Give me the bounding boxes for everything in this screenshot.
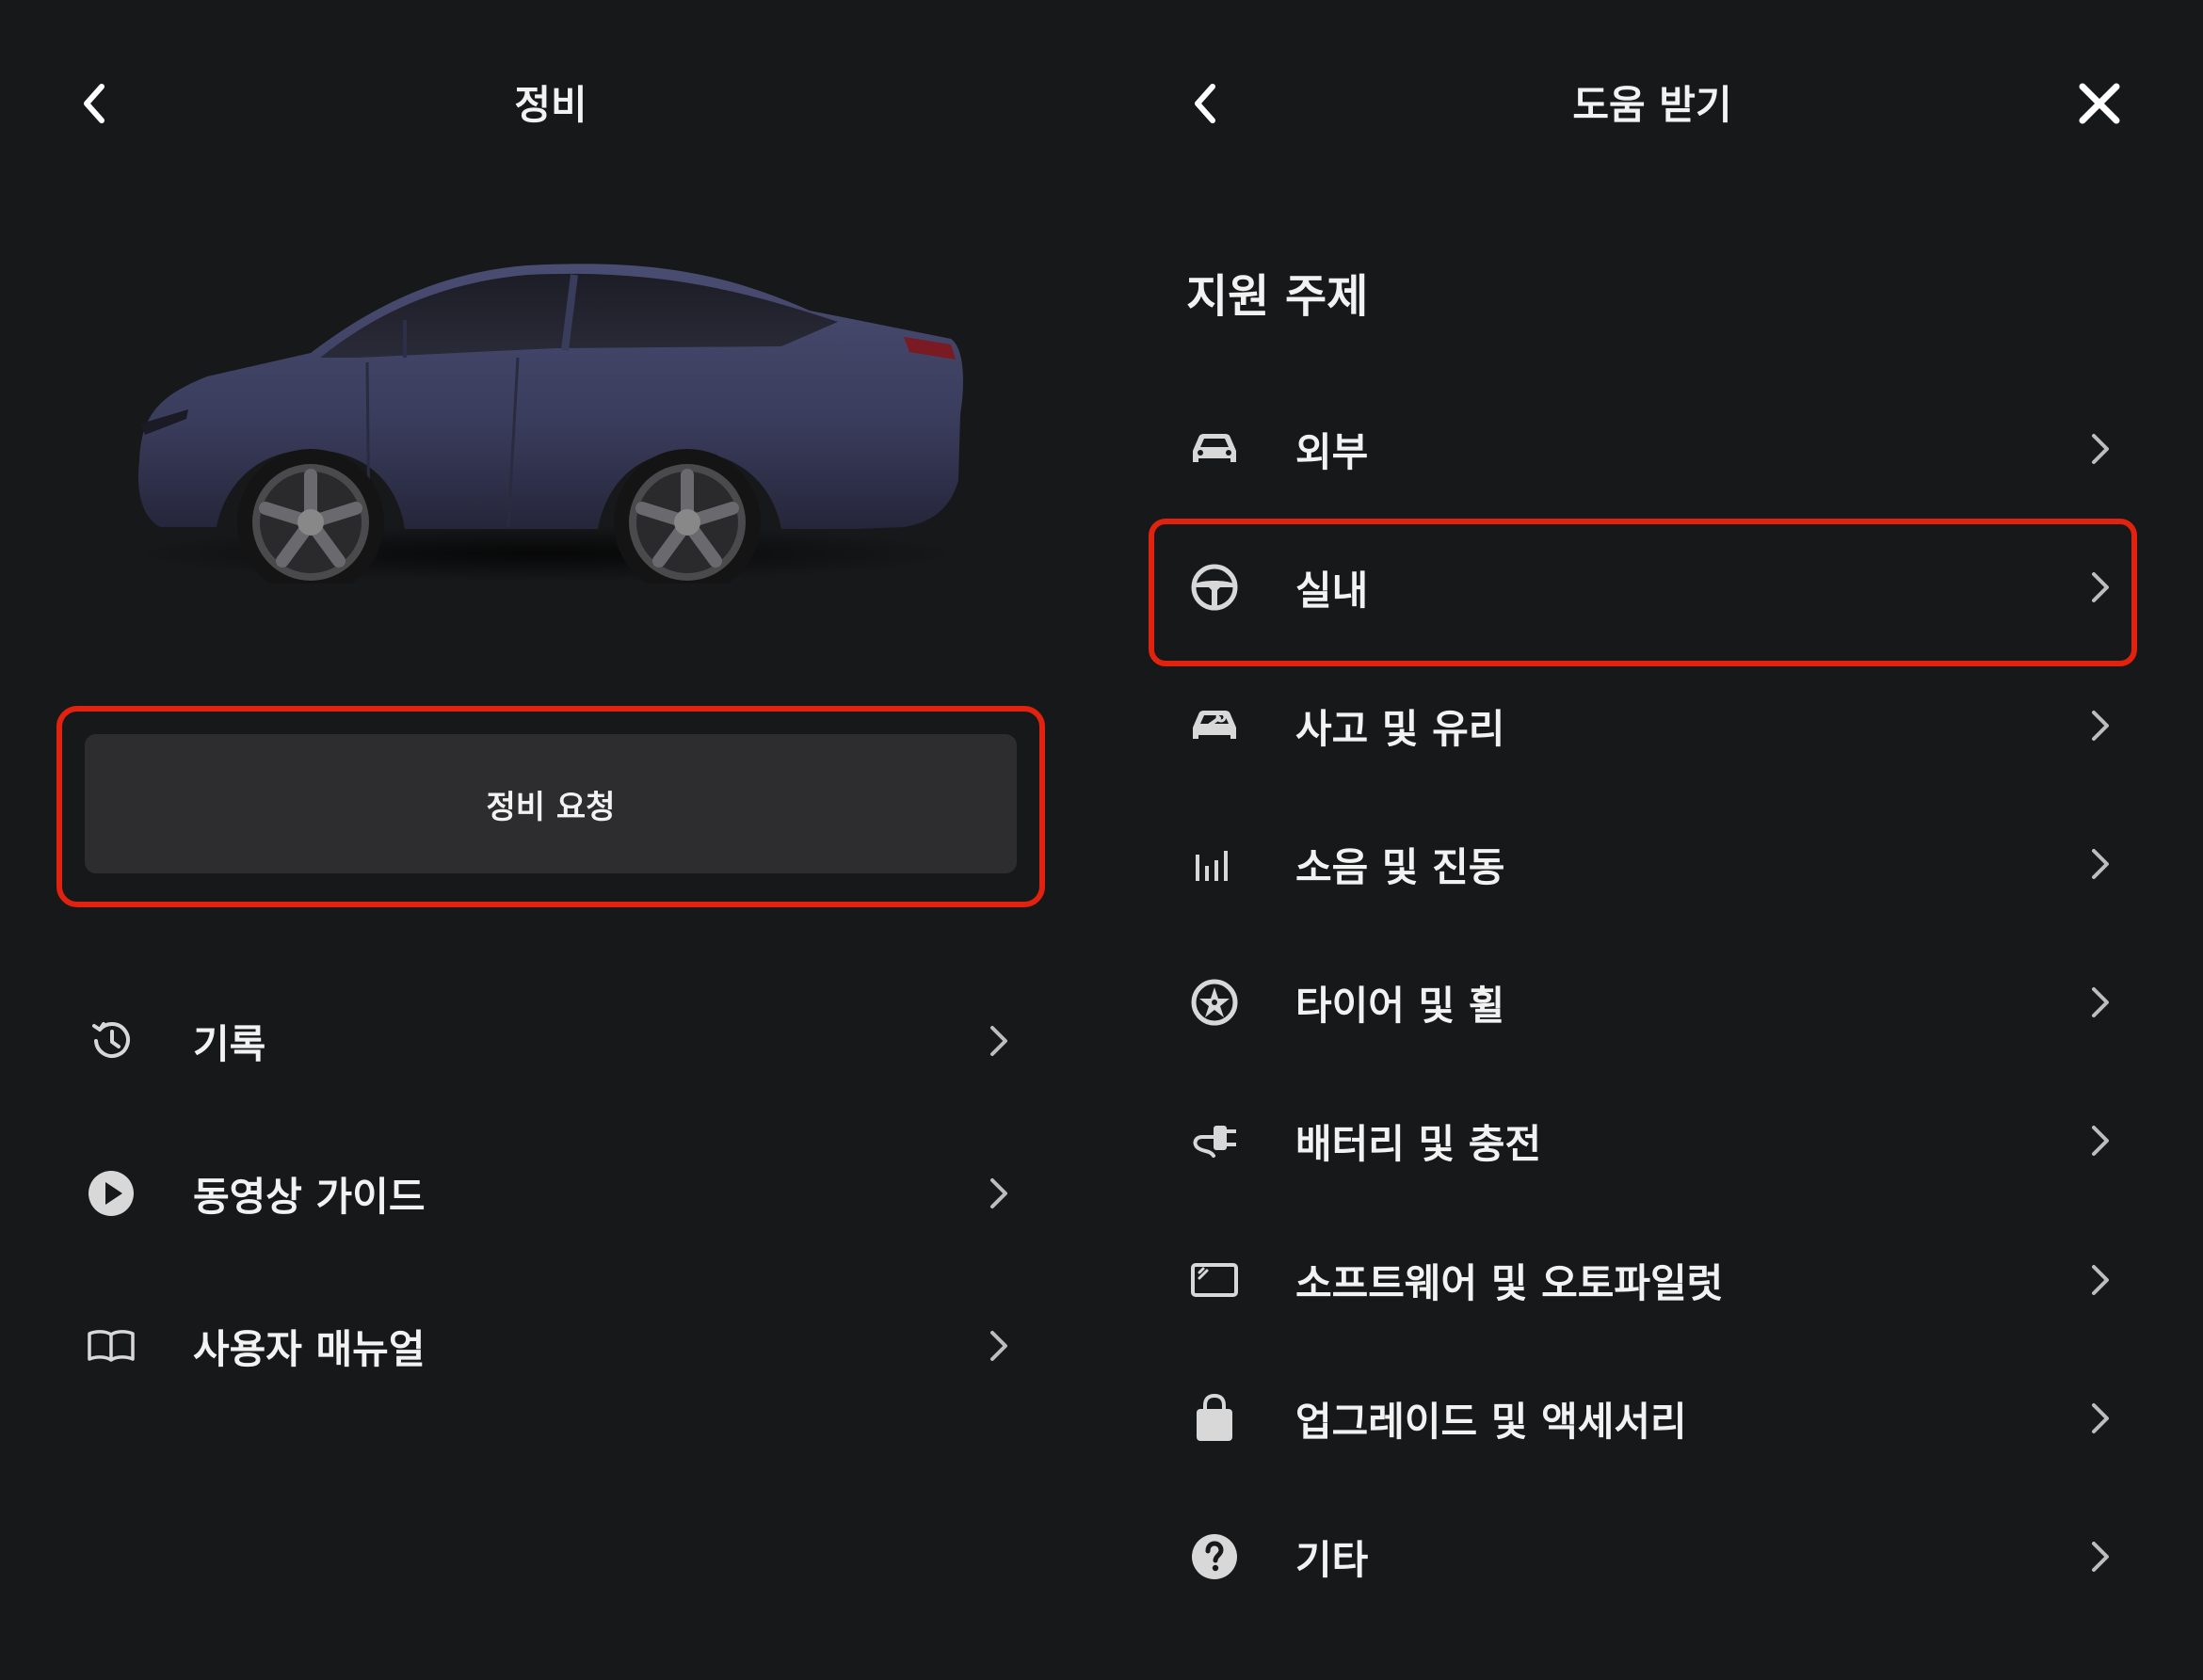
wheel-icon bbox=[1186, 974, 1243, 1031]
car-icon bbox=[1186, 421, 1243, 477]
list-item-label: 외부 bbox=[1295, 428, 1369, 475]
list-item-user-manual[interactable]: 사용자 매뉴얼 bbox=[0, 1280, 1102, 1412]
service-request-button[interactable]: 정비 요청 bbox=[85, 734, 1017, 873]
chevron-right-icon bbox=[979, 1022, 1017, 1060]
section-title: 지원 주제 bbox=[1186, 270, 1369, 323]
list-item-software-autopilot[interactable]: 소프트웨어 및 오토파일럿 bbox=[1102, 1214, 2203, 1346]
chevron-right-icon bbox=[979, 1175, 1017, 1212]
page-title: 도움 받기 bbox=[1572, 82, 1732, 128]
chevron-right-icon bbox=[2081, 1261, 2118, 1299]
list-item-label: 동영상 가이드 bbox=[193, 1173, 426, 1220]
close-icon bbox=[2079, 83, 2120, 124]
chevron-right-icon bbox=[979, 1327, 1017, 1365]
screen-icon bbox=[1186, 1252, 1243, 1308]
list-item-other[interactable]: 기타 bbox=[1102, 1491, 2203, 1623]
service-panel: 정비 정비 요청 기록 동영상 가이드 사용자 매뉴얼 bbox=[0, 0, 1102, 1680]
list-item-upgrades-accessories[interactable]: 업그레이드 및 액세서리 bbox=[1102, 1352, 2203, 1484]
shopping-bag-icon bbox=[1186, 1390, 1243, 1447]
list-item-interior[interactable]: 실내 bbox=[1102, 521, 2203, 653]
charging-plug-icon bbox=[1186, 1112, 1243, 1169]
list-item-noise-vibration[interactable]: 소음 및 진동 bbox=[1102, 798, 2203, 930]
steering-wheel-icon bbox=[1186, 559, 1243, 616]
chevron-right-icon bbox=[2081, 1122, 2118, 1160]
list-item-collision-glass[interactable]: 사고 및 유리 bbox=[1102, 660, 2203, 792]
list-item-tires-wheels[interactable]: 타이어 및 휠 bbox=[1102, 936, 2203, 1068]
vehicle-image bbox=[122, 254, 970, 584]
list-item-label: 배터리 및 충전 bbox=[1295, 1120, 1542, 1167]
question-icon bbox=[1186, 1528, 1243, 1585]
chevron-right-icon bbox=[2081, 845, 2118, 883]
car-wrench-icon bbox=[1186, 697, 1243, 754]
list-item-exterior[interactable]: 외부 bbox=[1102, 383, 2203, 515]
chevron-right-icon bbox=[2081, 1400, 2118, 1437]
chevron-right-icon bbox=[2081, 984, 2118, 1021]
list-item-battery-charging[interactable]: 배터리 및 충전 bbox=[1102, 1075, 2203, 1207]
list-item-label: 실내 bbox=[1295, 567, 1369, 614]
chevron-right-icon bbox=[2081, 430, 2118, 468]
chevron-right-icon bbox=[2081, 707, 2118, 744]
bars-icon bbox=[1186, 836, 1243, 892]
list-item-label: 업그레이드 및 액세서리 bbox=[1295, 1398, 1687, 1445]
list-item-label: 기록 bbox=[193, 1020, 266, 1067]
book-icon bbox=[83, 1318, 139, 1374]
list-item-history[interactable]: 기록 bbox=[0, 975, 1102, 1107]
page-title: 정비 bbox=[514, 82, 587, 128]
chevron-right-icon bbox=[2081, 568, 2118, 606]
chevron-right-icon bbox=[2081, 1538, 2118, 1576]
list-item-label: 소프트웨어 및 오토파일럿 bbox=[1295, 1259, 1724, 1306]
list-item-label: 사용자 매뉴얼 bbox=[193, 1325, 426, 1372]
list-item-label: 타이어 및 휠 bbox=[1295, 982, 1505, 1029]
list-item-label: 사고 및 유리 bbox=[1295, 705, 1505, 752]
list-item-video-guide[interactable]: 동영상 가이드 bbox=[0, 1128, 1102, 1259]
play-circle-icon bbox=[83, 1165, 139, 1222]
close-button[interactable] bbox=[2071, 75, 2128, 132]
list-item-label: 기타 bbox=[1295, 1536, 1369, 1583]
history-icon bbox=[83, 1013, 139, 1069]
help-panel: 도움 받기 지원 주제 외부 실내 사고 및 유리 소음 및 진동 타이어 및 … bbox=[1102, 0, 2203, 1680]
list-item-label: 소음 및 진동 bbox=[1295, 843, 1505, 890]
